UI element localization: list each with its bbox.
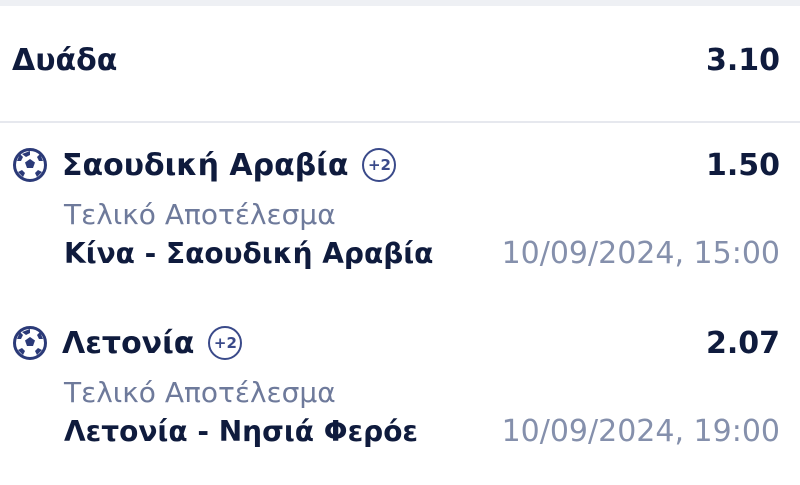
market-name: Τελικό Αποτέλεσμα [64,376,336,409]
match-name: Λετονία - Νησιά Φερόε [64,415,419,448]
more-markets-badge[interactable]: +2 [362,148,397,182]
selection-item[interactable]: Λετονία +2 2.07 Τελικό Αποτέλεσμα Λετονί… [12,318,780,468]
bet-header[interactable]: Δυάδα 3.10 [12,36,780,84]
betslip-panel: Δυάδα 3.10 Σαουδική Αραβία +2 1.50 Τελικ… [0,0,800,485]
match-name: Κίνα - Σαουδική Αραβία [64,237,434,270]
soccer-ball-icon [12,325,48,361]
selection-header: Σαουδική Αραβία +2 1.50 [12,140,780,190]
match-datetime: 10/09/2024, 15:00 [501,236,780,271]
selection-item[interactable]: Σαουδική Αραβία +2 1.50 Τελικό Αποτέλεσμ… [12,140,780,290]
selection-header: Λετονία +2 2.07 [12,318,780,368]
total-odds: 3.10 [705,42,780,78]
divider [0,121,800,123]
soccer-ball-icon [12,147,48,183]
selection-team: Σαουδική Αραβία [62,147,349,183]
bet-type-label: Δυάδα [12,42,118,78]
market-name: Τελικό Αποτέλεσμα [64,198,336,231]
match-datetime: 10/09/2024, 19:00 [501,414,780,449]
more-markets-badge[interactable]: +2 [208,326,243,360]
top-separator [0,0,800,6]
selection-odds: 2.07 [705,325,780,361]
match-row: Κίνα - Σαουδική Αραβία 10/09/2024, 15:00 [64,236,780,271]
match-row: Λετονία - Νησιά Φερόε 10/09/2024, 19:00 [64,414,780,449]
selection-team: Λετονία [62,325,195,361]
selection-odds: 1.50 [705,147,780,183]
